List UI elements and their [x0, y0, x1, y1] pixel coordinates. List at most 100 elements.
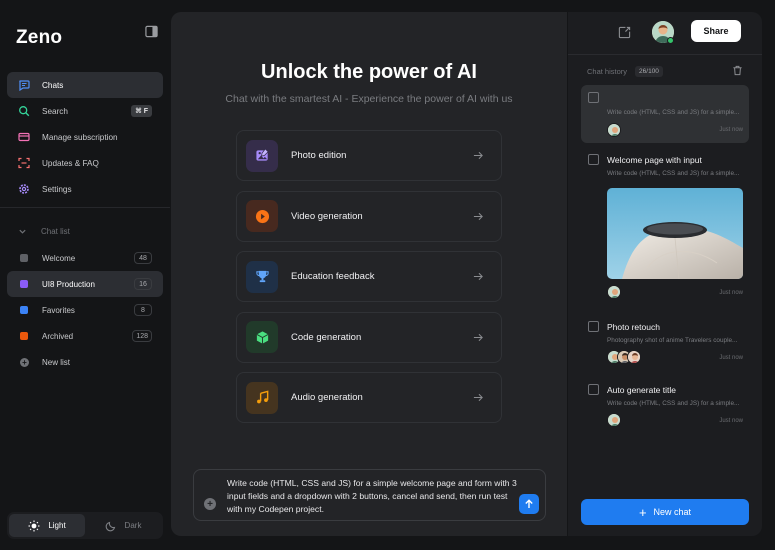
feature-education-feedback[interactable]: Education feedback [236, 251, 502, 302]
chat-timestamp: Just now [719, 290, 743, 296]
chat-preview: Write code (HTML, CSS and JS) for a simp… [607, 400, 740, 407]
chat-history-panel: Share Chat history 26/100 Write code (HT… [568, 12, 762, 536]
select-checkbox[interactable] [588, 92, 599, 103]
chat-image-thumbnail[interactable] [607, 188, 743, 279]
chat-history-item[interactable]: Write code (HTML, CSS and JS) for a simp… [581, 85, 749, 143]
message-input[interactable]: Write code (HTML, CSS and JS) for a simp… [227, 477, 517, 516]
chevron-down-icon [19, 229, 26, 234]
nav-item-search[interactable]: Search ⌘ F [7, 98, 163, 124]
share-button[interactable]: Share [691, 20, 741, 42]
architecture-photo [607, 188, 743, 279]
nav-label: Updates & FAQ [42, 158, 99, 168]
trash-icon[interactable] [732, 65, 743, 76]
feature-video-generation[interactable]: Video generation [236, 190, 502, 242]
arrow-right-icon [473, 272, 483, 281]
theme-toggle: Light Dark [7, 512, 163, 539]
list-color-swatch [20, 254, 28, 262]
add-attachment-icon[interactable]: + [204, 498, 216, 510]
list-item-ui8-production[interactable]: UI8 Production 16 [7, 271, 163, 297]
music-icon [256, 390, 268, 404]
nav-label: Chats [42, 80, 64, 90]
feature-code-generation[interactable]: Code generation [236, 311, 502, 363]
list-label: Favorites [42, 305, 75, 315]
list-item-welcome[interactable]: Welcome 48 [7, 245, 163, 271]
feature-icon-tile [246, 260, 278, 293]
feature-list: Photo edition Video generation Education… [236, 130, 502, 433]
new-window-icon[interactable] [618, 26, 631, 39]
chat-preview: Write code (HTML, CSS and JS) for a simp… [607, 109, 740, 116]
chat-history-header: Chat history 26/100 [587, 66, 663, 77]
list-item-archived[interactable]: Archived 128 [7, 323, 163, 349]
theme-dark-option[interactable]: Dark [85, 514, 161, 537]
participant-avatar [627, 350, 641, 364]
feature-audio-generation[interactable]: Audio generation [236, 372, 502, 423]
panel-divider [568, 54, 762, 55]
chat-history-item[interactable]: Auto generate title Write code (HTML, CS… [581, 381, 749, 437]
card-icon [18, 132, 30, 142]
sidebar: Zeno Chats Search ⌘ F Manage subscriptio… [0, 0, 170, 550]
feature-icon-tile [246, 321, 278, 353]
new-list-button[interactable]: + New list [7, 349, 163, 375]
theme-light-label: Light [48, 521, 66, 530]
search-icon [19, 106, 30, 117]
list-label: Welcome [42, 253, 76, 263]
scan-icon [18, 157, 30, 169]
feature-icon-tile [246, 381, 278, 414]
nav-item-subscription[interactable]: Manage subscription [7, 124, 163, 150]
nav-item-settings[interactable]: Settings [7, 176, 163, 202]
app-logo[interactable]: Zeno [16, 27, 62, 49]
participant-avatar [607, 285, 621, 299]
arrow-up-icon [525, 499, 533, 508]
chat-preview: Photography shot of anime Travelers coup… [607, 337, 738, 344]
chat-timestamp: Just now [719, 127, 743, 133]
chat-history-item[interactable]: Photo retouch Photography shot of anime … [581, 318, 749, 374]
feature-label: Video generation [291, 210, 363, 222]
participant-avatar [607, 413, 621, 427]
list-count-badge: 16 [134, 278, 152, 290]
nav-label: Manage subscription [42, 132, 118, 142]
new-list-label: New list [42, 357, 71, 367]
feature-photo-edition[interactable]: Photo edition [236, 130, 502, 181]
nav-label: Settings [42, 184, 72, 194]
main-nav: Chats Search ⌘ F Manage subscription Upd… [7, 72, 163, 202]
arrow-right-icon [473, 212, 483, 220]
chat-list-header[interactable]: Chat list [18, 227, 70, 236]
chat-history-item[interactable]: Welcome page with input Write code (HTML… [581, 150, 749, 312]
play-icon [255, 209, 269, 223]
chat-lists: Welcome 48 UI8 Production 16 Favorites 8… [7, 245, 163, 375]
feature-label: Photo edition [291, 150, 347, 161]
message-composer[interactable]: + Write code (HTML, CSS and JS) for a si… [193, 469, 546, 521]
feature-icon-tile [246, 139, 278, 172]
gear-icon [19, 184, 29, 194]
chat-preview: Write code (HTML, CSS and JS) for a simp… [607, 170, 740, 177]
nav-item-updates[interactable]: Updates & FAQ [7, 150, 163, 176]
page-subtitle: Chat with the smartest AI - Experience t… [225, 93, 513, 105]
list-count-badge: 8 [134, 304, 152, 316]
select-checkbox[interactable] [588, 154, 599, 165]
page-title: Unlock the power of AI [261, 61, 477, 83]
list-count-badge: 128 [132, 330, 152, 342]
chat-icon [19, 80, 30, 91]
list-color-swatch [20, 332, 28, 340]
select-checkbox[interactable] [588, 321, 599, 332]
select-checkbox[interactable] [588, 384, 599, 395]
theme-dark-label: Dark [124, 521, 142, 530]
main-panel: Unlock the power of AI Chat with the sma… [171, 12, 567, 536]
list-color-swatch [20, 280, 28, 288]
sidebar-toggle-icon[interactable] [145, 25, 158, 38]
chat-title: Photo retouch [607, 322, 660, 332]
online-status-dot [667, 37, 674, 44]
new-chat-button[interactable]: + New chat [581, 499, 749, 525]
list-item-favorites[interactable]: Favorites 8 [7, 297, 163, 323]
nav-item-chats[interactable]: Chats [7, 72, 163, 98]
trophy-icon [255, 270, 269, 283]
list-label: Archived [42, 331, 74, 341]
feature-label: Code generation [291, 331, 362, 343]
list-color-swatch [20, 306, 28, 314]
plus-icon: + [20, 357, 29, 367]
participant-avatar [607, 123, 621, 137]
chat-history-count: 26/100 [635, 66, 663, 77]
arrow-right-icon [473, 393, 483, 402]
theme-light-option[interactable]: Light [9, 514, 85, 537]
send-button[interactable] [519, 494, 539, 514]
